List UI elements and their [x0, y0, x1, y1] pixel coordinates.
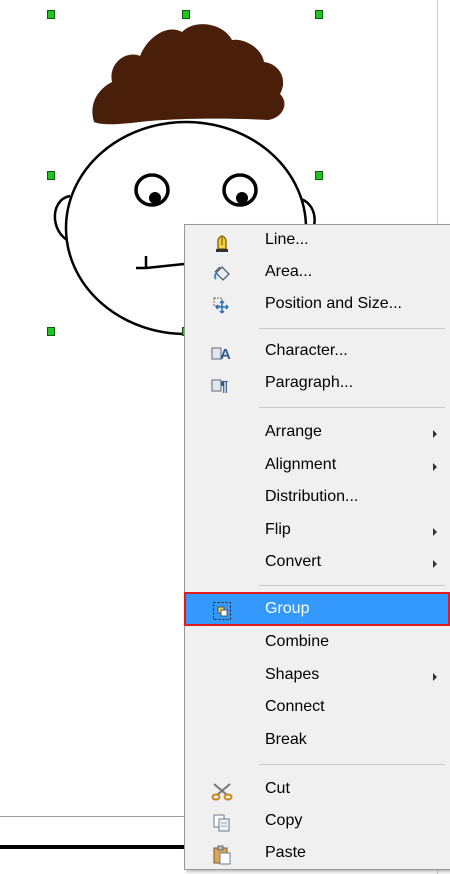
menu-item-label: Copy — [265, 812, 303, 829]
menu-item-paragraph[interactable]: ¶ Paragraph... — [185, 368, 450, 400]
menu-item-label: Character... — [265, 342, 348, 359]
menu-item-label: Arrange — [265, 423, 322, 440]
menu-item-label: Area... — [265, 263, 313, 280]
menu-item-label: Combine — [265, 633, 330, 650]
submenu-arrow-icon — [433, 560, 437, 568]
scissors-icon — [211, 780, 233, 802]
menu-item-position-and-size[interactable]: Position and Size... — [185, 289, 450, 321]
submenu-arrow-icon — [433, 463, 437, 471]
menu-item-label: Connect — [265, 698, 325, 715]
copy-icon — [211, 812, 233, 834]
menu-item-line[interactable]: Line... — [185, 225, 450, 257]
menu-item-label: Convert — [265, 553, 322, 570]
submenu-arrow-icon — [433, 673, 437, 681]
menu-item-label: Position and Size... — [265, 295, 402, 312]
menu-item-paste[interactable]: Paste — [185, 838, 450, 870]
menu-item-arrange[interactable]: Arrange — [185, 417, 450, 449]
selection-handle-top-left[interactable] — [47, 10, 55, 19]
paint-bucket-icon — [211, 263, 233, 285]
submenu-arrow-icon — [433, 528, 437, 536]
menu-item-label: Distribution... — [265, 488, 359, 505]
line-shape-thin[interactable] — [0, 816, 190, 817]
selection-handle-top-right[interactable] — [315, 10, 323, 19]
menu-item-label: Line... — [265, 231, 309, 248]
paragraph-icon: ¶ — [211, 374, 233, 396]
right-pupil — [236, 192, 248, 204]
menu-item-shapes[interactable]: Shapes — [185, 660, 450, 692]
menu-item-copy[interactable]: Copy — [185, 806, 450, 838]
submenu-arrow-icon — [433, 430, 437, 438]
selection-handle-middle-left[interactable] — [47, 171, 55, 180]
menu-item-label: Cut — [265, 780, 290, 797]
menu-item-flip[interactable]: Flip — [185, 515, 450, 547]
selection-handle-middle-right[interactable] — [315, 171, 323, 180]
menu-item-connect[interactable]: Connect — [185, 692, 450, 724]
menu-item-label: Break — [265, 731, 307, 748]
menu-separator — [259, 407, 445, 408]
svg-text:A: A — [220, 346, 231, 363]
menu-item-label: Paragraph... — [265, 374, 354, 391]
menu-item-label: Paste — [265, 844, 306, 861]
hair — [92, 24, 285, 125]
selection-handle-top-center[interactable] — [182, 10, 190, 19]
svg-text:¶: ¶ — [220, 378, 228, 395]
menu-item-character[interactable]: A Character... — [185, 336, 450, 368]
menu-item-label: Alignment — [265, 456, 337, 473]
menu-item-label: Flip — [265, 521, 291, 538]
paste-icon — [211, 844, 233, 866]
line-shape-thick[interactable] — [0, 845, 190, 849]
menu-item-cut[interactable]: Cut — [185, 774, 450, 806]
position-size-icon — [211, 295, 233, 317]
context-menu: Line... Area... Position and Size... A C… — [184, 224, 450, 870]
selection-handle-bottom-left[interactable] — [47, 327, 55, 336]
menu-item-combine[interactable]: Combine — [185, 627, 450, 659]
menu-item-alignment[interactable]: Alignment — [185, 450, 450, 482]
highlight-frame — [184, 592, 450, 626]
menu-separator — [259, 328, 445, 329]
menu-item-distribution[interactable]: Distribution... — [185, 482, 450, 514]
menu-separator — [259, 764, 445, 765]
menu-item-convert[interactable]: Convert — [185, 547, 450, 579]
menu-separator — [259, 585, 445, 586]
menu-item-area[interactable]: Area... — [185, 257, 450, 289]
menu-item-label: Shapes — [265, 666, 320, 683]
menu-item-break[interactable]: Break — [185, 725, 450, 757]
character-icon: A — [211, 342, 233, 364]
left-pupil — [149, 192, 161, 204]
line-pen-icon — [211, 231, 233, 253]
